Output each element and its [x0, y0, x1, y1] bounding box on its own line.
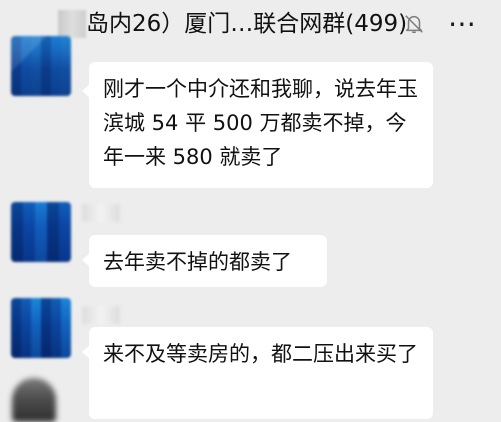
more-dots-icon[interactable]: ⋯ — [448, 10, 476, 38]
sender-name-redacted — [82, 204, 120, 222]
chat-title[interactable]: 岛内26）厦门…联合网群(499) — [86, 8, 407, 40]
message-bubble[interactable]: 去年卖不掉的都卖了 — [82, 235, 327, 287]
title-redacted — [58, 10, 86, 38]
sender-name-redacted — [82, 306, 120, 324]
avatar[interactable] — [11, 36, 71, 96]
chat-header: 岛内26）厦门…联合网群(499) ⋯ — [0, 0, 501, 50]
bell-off-icon — [403, 12, 425, 36]
message-text: 来不及等卖房的，都二压出来买了 — [103, 342, 418, 366]
avatar[interactable] — [11, 202, 71, 262]
message-text: 去年卖不掉的都卖了 — [103, 250, 292, 274]
avatar[interactable] — [12, 378, 56, 422]
avatar[interactable] — [11, 298, 71, 358]
message-bubble[interactable]: 来不及等卖房的，都二压出来买了 — [82, 327, 433, 419]
message-text: 刚才一个中介还和我聊，说去年玉滨城 54 平 500 万都卖不掉，今年一来 58… — [103, 77, 418, 169]
message-bubble[interactable]: 刚才一个中介还和我聊，说去年玉滨城 54 平 500 万都卖不掉，今年一来 58… — [82, 62, 433, 188]
